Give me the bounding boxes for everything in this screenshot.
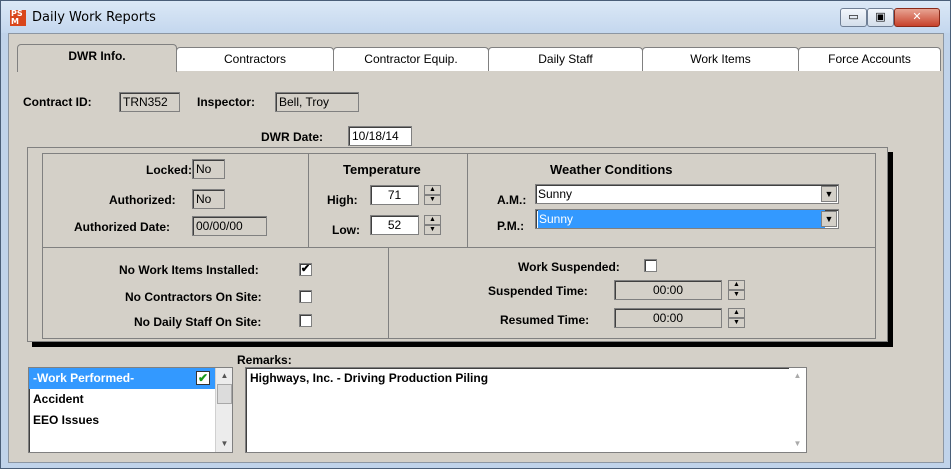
minimize-button[interactable]: ▭	[840, 8, 867, 27]
spinner-down-icon[interactable]: ▼	[728, 318, 745, 328]
daily-work-reports-window: PS M Daily Work Reports ▭ ▣ ✕ DWR Info. C…	[0, 0, 951, 469]
remarks-text-area[interactable]: Highways, Inc. - Driving Production Pili…	[245, 367, 807, 453]
tab-strip: DWR Info. Contractors Contractor Equip. …	[9, 44, 949, 72]
authorized-date-field: 00/00/00	[192, 216, 267, 236]
tab-dwr-info[interactable]: DWR Info.	[17, 44, 177, 72]
dwr-date-label: DWR Date:	[261, 130, 323, 144]
app-icon: PS M	[10, 10, 26, 26]
scroll-thumb[interactable]	[217, 384, 232, 404]
resumed-time-input[interactable]: 00:00	[614, 308, 722, 328]
resumed-time-label: Resumed Time:	[500, 313, 590, 327]
suspended-time-input[interactable]: 00:00	[614, 280, 722, 300]
spinner-up-icon[interactable]: ▲	[728, 280, 745, 290]
spinner-up-icon[interactable]: ▲	[424, 185, 441, 195]
remarks-scrollbar[interactable]: ▲ ▼	[789, 368, 806, 452]
no-contractors-label: No Contractors On Site:	[125, 290, 262, 304]
suspended-time-label: Suspended Time:	[488, 284, 588, 298]
pm-weather-label: P.M.:	[497, 219, 525, 233]
spinner-down-icon[interactable]: ▼	[424, 195, 441, 205]
am-weather-label: A.M.:	[497, 193, 527, 207]
pm-weather-select[interactable]: Sunny ▼	[535, 209, 839, 229]
work-suspended-label: Work Suspended:	[518, 260, 620, 274]
authorized-date-label: Authorized Date:	[74, 220, 170, 234]
no-work-items-label: No Work Items Installed:	[119, 263, 259, 277]
spinner-down-icon[interactable]: ▼	[424, 225, 441, 235]
tab-contractors[interactable]: Contractors	[176, 47, 334, 71]
scroll-up-icon[interactable]: ▲	[789, 368, 806, 384]
spinner-up-icon[interactable]: ▲	[728, 308, 745, 318]
remarks-category-list[interactable]: -Work Performed- ✔ Accident EEO Issues ▲…	[28, 367, 233, 453]
inspector-label: Inspector:	[197, 95, 256, 109]
chevron-down-icon[interactable]: ▼	[821, 211, 837, 227]
no-daily-staff-checkbox[interactable]	[299, 314, 312, 327]
remarks-label: Remarks:	[237, 353, 292, 367]
high-temp-spinner[interactable]: ▲ ▼	[424, 185, 441, 205]
contract-id-label: Contract ID:	[23, 95, 92, 109]
tab-work-items[interactable]: Work Items	[642, 47, 799, 71]
spinner-up-icon[interactable]: ▲	[424, 215, 441, 225]
no-work-items-checkbox[interactable]: ✔	[299, 263, 312, 276]
scroll-down-icon[interactable]: ▼	[789, 436, 806, 452]
contract-id-field: TRN352	[119, 92, 180, 112]
category-scrollbar[interactable]: ▲ ▼	[215, 368, 232, 452]
temperature-title: Temperature	[343, 162, 421, 177]
list-item[interactable]: EEO Issues	[29, 410, 232, 431]
weather-title: Weather Conditions	[550, 162, 673, 177]
high-temp-input[interactable]: 71	[370, 185, 419, 205]
tab-daily-staff[interactable]: Daily Staff	[488, 47, 643, 71]
locked-label: Locked:	[146, 163, 193, 177]
title-bar[interactable]: PS M Daily Work Reports ▭ ▣ ✕	[1, 1, 950, 33]
no-contractors-checkbox[interactable]	[299, 290, 312, 303]
am-weather-select[interactable]: Sunny ▼	[535, 184, 839, 204]
low-temp-input[interactable]: 52	[370, 215, 419, 235]
work-suspended-checkbox[interactable]	[644, 259, 657, 272]
inspector-field: Bell, Troy	[275, 92, 359, 112]
no-daily-staff-label: No Daily Staff On Site:	[134, 315, 262, 329]
window-title: Daily Work Reports	[32, 10, 156, 25]
authorized-field: No	[192, 189, 225, 209]
spinner-down-icon[interactable]: ▼	[728, 290, 745, 300]
list-item[interactable]: Accident	[29, 389, 232, 410]
suspended-time-spinner[interactable]: ▲ ▼	[728, 280, 745, 300]
dwr-date-field[interactable]: 10/18/14	[348, 126, 412, 146]
tab-force-accounts[interactable]: Force Accounts	[798, 47, 941, 71]
close-button[interactable]: ✕	[894, 8, 940, 27]
scroll-up-icon[interactable]: ▲	[216, 368, 233, 384]
scroll-down-icon[interactable]: ▼	[216, 436, 233, 452]
low-temp-spinner[interactable]: ▲ ▼	[424, 215, 441, 235]
chevron-down-icon[interactable]: ▼	[821, 186, 837, 202]
high-temp-label: High:	[327, 193, 358, 207]
low-temp-label: Low:	[332, 223, 360, 237]
tab-contractor-equip[interactable]: Contractor Equip.	[333, 47, 489, 71]
edit-check-icon: ✔	[196, 371, 210, 385]
locked-field: No	[192, 159, 225, 179]
authorized-label: Authorized:	[109, 193, 176, 207]
maximize-button[interactable]: ▣	[867, 8, 894, 27]
resumed-time-spinner[interactable]: ▲ ▼	[728, 308, 745, 328]
list-item[interactable]: -Work Performed- ✔	[29, 368, 232, 389]
